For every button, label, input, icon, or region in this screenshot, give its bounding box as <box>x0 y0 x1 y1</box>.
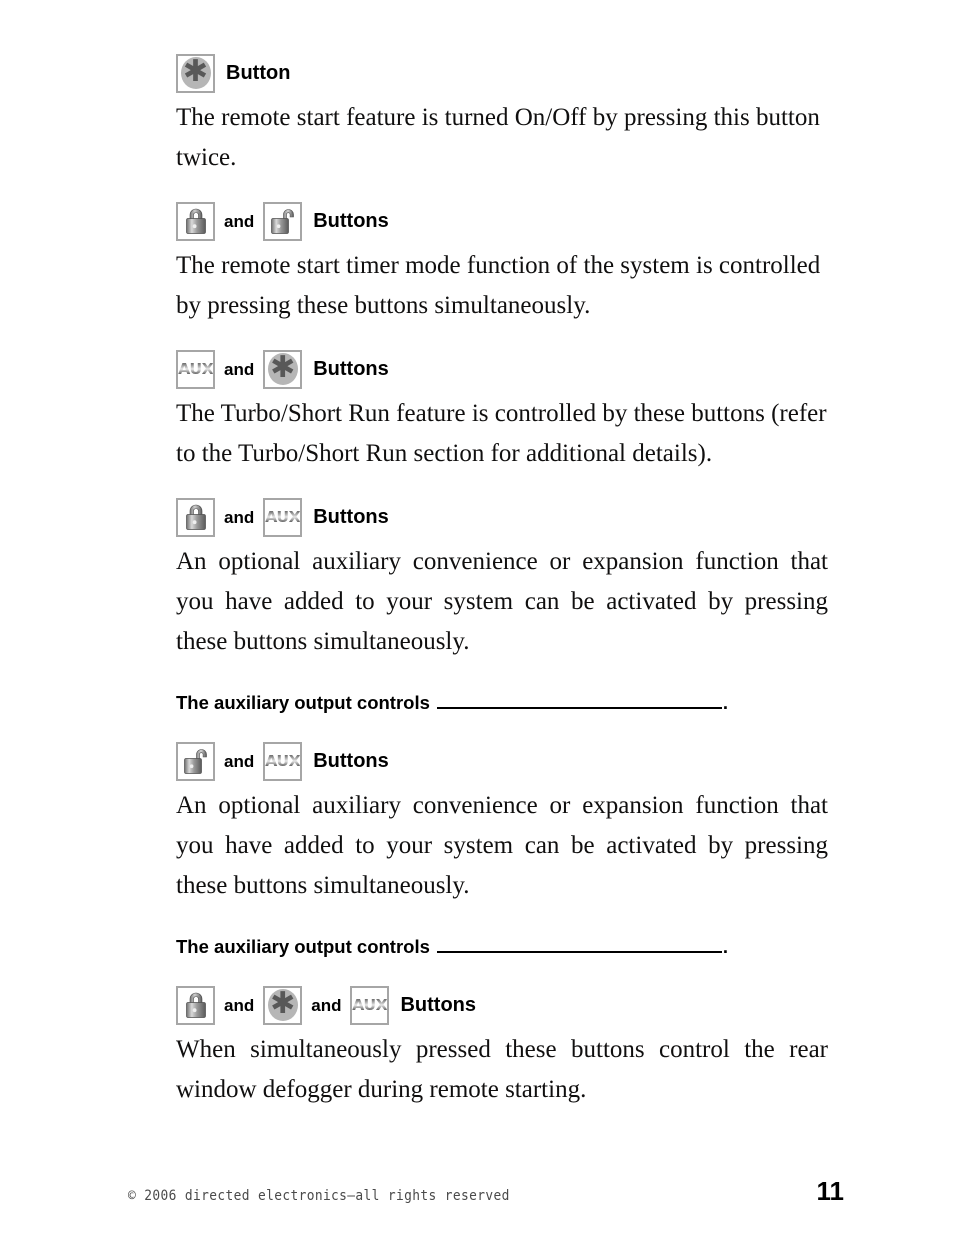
icon-row-heading-word: Buttons <box>313 358 389 380</box>
conjunction-and: and <box>311 996 342 1015</box>
aux-output-controls-heading-2: The auxiliary output controls . <box>176 936 828 958</box>
asterisk-glyph: ✱ <box>267 989 298 1021</box>
paragraph-star-button: The remote start feature is turned On/Of… <box>176 104 820 171</box>
icon-row-lock-aux: and AUX Buttons <box>176 496 828 538</box>
conjunction-and: and <box>224 212 255 231</box>
icon-row-unlock-aux: and AUX Buttons <box>176 740 828 782</box>
fill-heading-text: The auxiliary output controls <box>176 692 430 713</box>
lock-button-icon <box>176 497 215 537</box>
paragraph-unlock-aux: An optional auxiliary convenience or exp… <box>176 792 828 899</box>
aux-button-icon: AUX <box>263 497 303 537</box>
conjunction-and: and <box>224 996 255 1015</box>
paragraph-lock-aux: An optional auxiliary convenience or exp… <box>176 548 828 655</box>
icon-row-heading-word: Button <box>226 62 291 84</box>
fill-heading-period: . <box>722 936 729 957</box>
padlock-open-shape <box>183 749 207 774</box>
asterisk-button-icon: ✱ <box>176 53 215 93</box>
lock-button-icon <box>176 985 215 1025</box>
lock-button-icon <box>176 201 215 241</box>
page-number: 11 <box>816 1176 845 1206</box>
page-content: ✱ Button The remote start feature is tur… <box>176 52 828 1132</box>
asterisk-glyph: ✱ <box>180 57 211 89</box>
fill-in-blank-line[interactable] <box>436 940 722 953</box>
icon-row-star-button: ✱ Button <box>176 52 828 94</box>
icon-row-aux-star: AUX and ✱ Buttons <box>176 348 828 390</box>
copyright-notice: © 2006 directed electronics—all rights r… <box>128 1188 510 1204</box>
icon-row-lock-star-aux: and ✱ and AUX Buttons <box>176 984 828 1026</box>
asterisk-glyph: ✱ <box>267 353 298 385</box>
aux-glyph: AUX <box>265 752 301 770</box>
padlock-closed-shape <box>185 504 206 530</box>
icon-row-heading-word: Buttons <box>313 210 389 232</box>
icon-row-heading-word: Buttons <box>400 994 477 1016</box>
icon-row-heading-word: Buttons <box>313 750 389 772</box>
manual-page: ✱ Button The remote start feature is tur… <box>0 0 954 1235</box>
aux-glyph: AUX <box>265 508 301 526</box>
asterisk-button-icon: ✱ <box>263 349 303 389</box>
padlock-closed-shape <box>185 992 206 1018</box>
paragraph-lock-star-aux: When simultaneously pressed these button… <box>176 1036 828 1103</box>
paragraph-aux-star: The Turbo/Short Run feature is controlle… <box>176 400 827 467</box>
aux-button-icon: AUX <box>263 741 303 781</box>
padlock-closed-shape <box>185 208 206 234</box>
fill-in-blank-line[interactable] <box>436 696 722 709</box>
conjunction-and: and <box>224 360 255 379</box>
asterisk-button-icon: ✱ <box>263 985 303 1025</box>
fill-heading-period: . <box>722 692 729 713</box>
unlock-button-icon <box>176 741 215 781</box>
aux-glyph: AUX <box>177 360 214 378</box>
padlock-open-shape <box>270 209 294 234</box>
aux-button-icon: AUX <box>176 349 215 389</box>
paragraph-lock-unlock: The remote start timer mode function of … <box>176 252 821 319</box>
conjunction-and: and <box>224 508 255 527</box>
aux-output-controls-heading-1: The auxiliary output controls . <box>176 692 828 714</box>
unlock-button-icon <box>263 201 303 241</box>
fill-heading-text: The auxiliary output controls <box>176 936 430 957</box>
icon-row-heading-word: Buttons <box>313 506 389 528</box>
aux-button-icon: AUX <box>350 985 390 1025</box>
conjunction-and: and <box>224 752 255 771</box>
page-footer: © 2006 directed electronics—all rights r… <box>128 1176 844 1207</box>
aux-glyph: AUX <box>352 996 388 1014</box>
icon-row-lock-unlock: and Buttons <box>176 200 828 242</box>
